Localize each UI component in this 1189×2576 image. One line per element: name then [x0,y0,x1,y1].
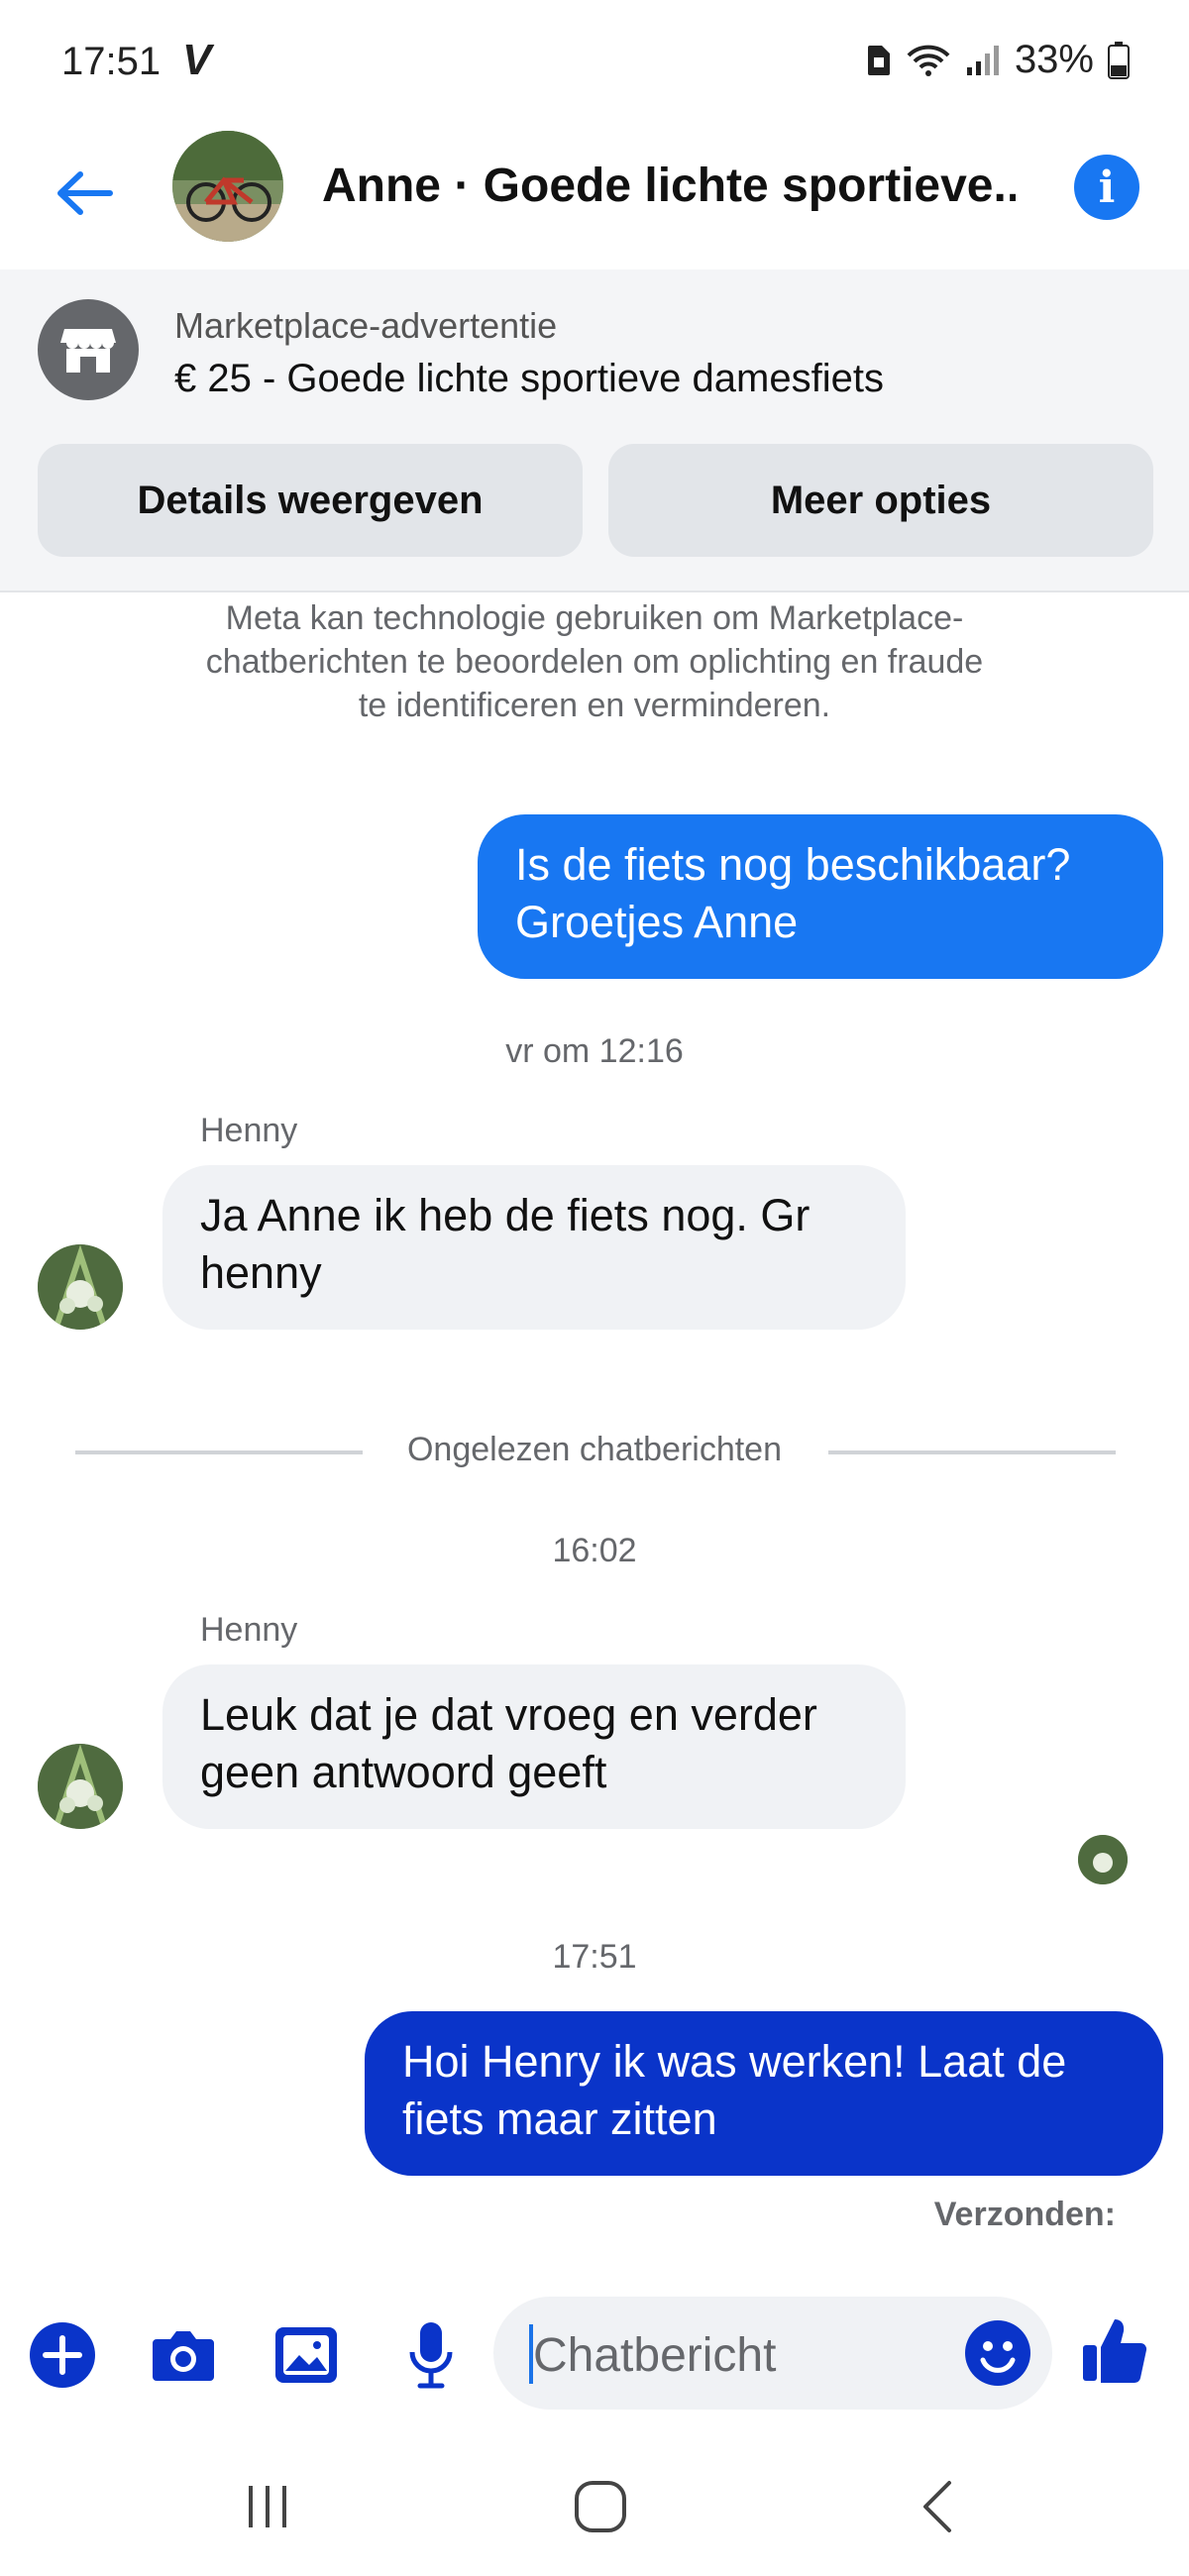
divider-line [828,1450,1116,1454]
sender-avatar[interactable] [38,1744,123,1829]
signal-icon [966,45,999,75]
status-bar: 17:51 V 33% [0,0,1189,119]
message-input[interactable]: Chatbericht [493,2297,1052,2410]
home-button[interactable] [561,2467,640,2546]
incoming-message[interactable]: Leuk dat je dat vroeg en verder geen ant… [162,1664,906,1829]
flower-photo [38,1744,123,1829]
thumbs-up-icon [1083,2319,1147,2384]
status-icons: 33% [866,38,1130,82]
flower-photo [38,1244,123,1330]
camera-button[interactable] [149,2320,218,2390]
message-line: Is de fiets nog beschikbaar? [515,839,1071,890]
recent-apps-button[interactable] [228,2467,307,2546]
outgoing-message[interactable]: Is de fiets nog beschikbaar? Groetjes An… [478,814,1163,979]
carrier-icon: V [182,36,212,84]
message-input-placeholder: Chatbericht [533,2329,777,2382]
voice-button[interactable] [396,2320,466,2390]
info-icon: i [1098,161,1116,213]
arrow-left-icon [57,171,113,215]
marketplace-listing-panel: Marketplace-advertentie € 25 - Goede lic… [0,269,1189,592]
message-composer: Chatbericht [0,2289,1189,2417]
safety-notice: Meta kan technologie gebruiken om Market… [205,599,984,724]
message-line: fiets maar zitten [402,2093,717,2144]
contact-avatar[interactable] [172,131,283,242]
message-line: Hoi Henry ik was werken! Laat de [402,2036,1067,2087]
system-navigation-bar [0,2437,1189,2576]
conversation-header: Anne · Goede lichte sportieve... i [0,119,1189,268]
like-button[interactable] [1080,2314,1149,2384]
unread-divider: Ongelezen chatberichten [0,1427,1189,1476]
listing-title[interactable]: € 25 - Goede lichte sportieve damesfiets [174,357,884,401]
timestamp: 16:02 [552,1532,637,1569]
battery-percentage: 33% [1014,38,1094,81]
add-button[interactable] [28,2320,97,2390]
bicycle-photo [172,131,283,242]
timestamp: 17:51 [552,1938,637,1976]
back-button[interactable] [50,159,119,228]
wifi-icon [907,45,950,76]
back-nav-button[interactable] [898,2467,977,2546]
home-icon [575,2481,626,2532]
sender-avatar[interactable] [38,1244,123,1330]
info-button[interactable]: i [1074,155,1139,220]
battery-icon [1108,41,1130,79]
message-line: Ja Anne ik heb de fiets nog. Gr [200,1190,811,1240]
marketplace-icon [38,299,139,400]
message-line: Leuk dat je dat vroeg en verder [200,1689,817,1740]
sender-name: Henny [200,1611,298,1649]
seen-indicator-avatar [1078,1835,1128,1884]
incoming-message[interactable]: Ja Anne ik heb de fiets nog. Gr henny [162,1165,906,1330]
sim-icon [867,45,890,75]
plus-circle-icon [30,2322,95,2388]
microphone-icon [409,2322,453,2389]
message-line: henny [200,1247,322,1298]
marketplace-label: Marketplace-advertentie [174,305,558,346]
recent-apps-icon [249,2486,286,2527]
sent-status: Verzonden: [933,2196,1116,2233]
message-line: geen antwoord geeft [200,1747,607,1797]
image-icon [275,2327,337,2383]
status-time: 17:51 [61,40,162,83]
gallery-button[interactable] [271,2320,341,2390]
outgoing-message[interactable]: Hoi Henry ik was werken! Laat de fiets m… [365,2011,1163,2176]
timestamp: vr om 12:16 [505,1032,684,1070]
more-options-button[interactable]: Meer opties [608,444,1153,557]
chevron-left-icon [923,2481,951,2532]
camera-icon [153,2331,214,2381]
details-button[interactable]: Details weergeven [38,444,583,557]
emoji-button[interactable] [965,2320,1030,2386]
smiley-icon [980,2341,1016,2373]
conversation-title[interactable]: Anne · Goede lichte sportieve... [322,159,1016,213]
sender-name: Henny [200,1112,298,1149]
message-line: Groetjes Anne [515,897,799,947]
